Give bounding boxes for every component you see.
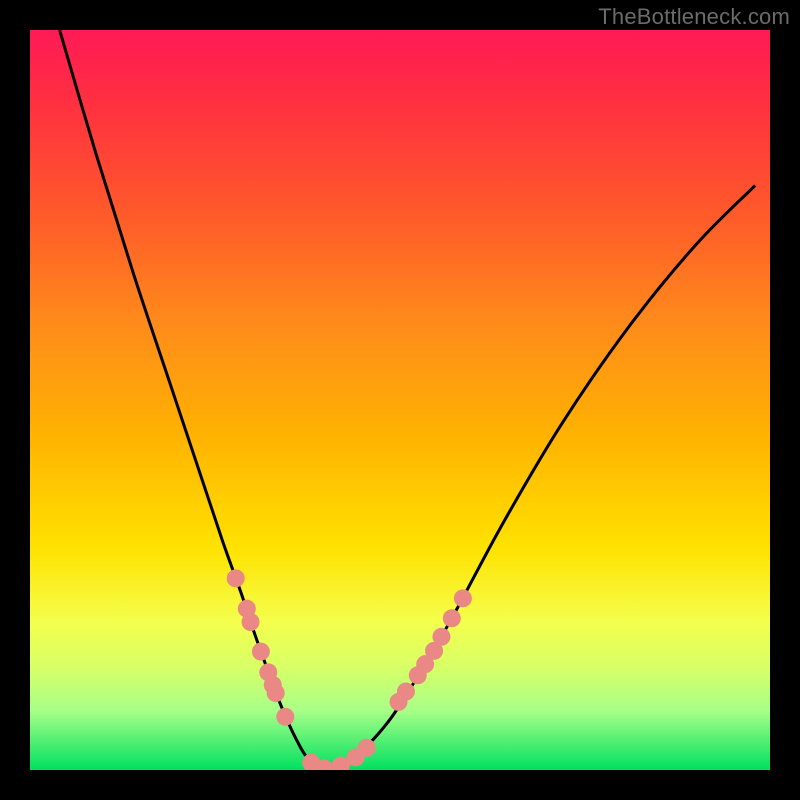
curve-point: [454, 589, 472, 607]
watermark-text: TheBottleneck.com: [598, 4, 790, 30]
curve-point: [276, 708, 294, 726]
curve-point: [432, 628, 450, 646]
curve-point: [358, 739, 376, 757]
plot-area: [30, 30, 770, 770]
curve-point: [267, 684, 285, 702]
curve-point: [443, 609, 461, 627]
curve-point: [242, 613, 260, 631]
curve-point: [227, 569, 245, 587]
curve-point: [397, 683, 415, 701]
curve-point: [252, 643, 270, 661]
curve-layer: [30, 30, 770, 770]
bottleneck-curve: [60, 30, 756, 769]
curve-points: [227, 569, 472, 770]
chart-stage: TheBottleneck.com: [0, 0, 800, 800]
